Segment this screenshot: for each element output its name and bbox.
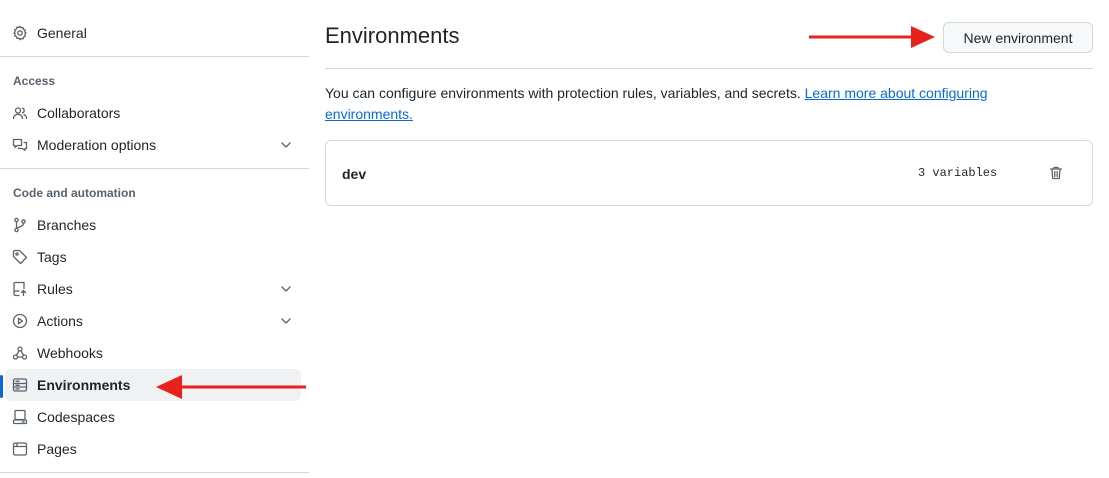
- chevron-down-icon[interactable]: [278, 281, 294, 297]
- sidebar-item-label: Moderation options: [37, 137, 157, 153]
- play-icon: [12, 313, 28, 329]
- new-environment-button[interactable]: New environment: [943, 22, 1093, 53]
- sidebar-item-branches[interactable]: Branches: [5, 209, 301, 241]
- sidebar-item-collaborators[interactable]: Collaborators: [5, 97, 301, 129]
- page-title: Environments: [325, 23, 460, 48]
- section-heading-code-and-automation: Code and automation: [13, 186, 136, 200]
- sidebar-divider: [0, 56, 309, 57]
- server-icon: [12, 377, 28, 393]
- sidebar-item-rules[interactable]: Rules: [5, 273, 301, 305]
- browser-icon: [12, 441, 28, 457]
- section-heading-access: Access: [13, 74, 56, 88]
- sidebar-item-general[interactable]: General: [5, 17, 301, 49]
- environment-name[interactable]: dev: [342, 165, 366, 183]
- sidebar-item-label: Codespaces: [37, 409, 115, 425]
- sidebar-item-label: Actions: [37, 313, 83, 329]
- sidebar-item-label: Pages: [37, 441, 77, 457]
- sidebar-item-label: General: [37, 25, 87, 41]
- repo-push-icon: [12, 281, 28, 297]
- sidebar-item-label: Tags: [37, 249, 67, 265]
- header-divider: [325, 68, 1093, 69]
- sidebar-divider: [0, 168, 309, 169]
- sidebar-item-label: Rules: [37, 281, 73, 297]
- annotation-arrow: [809, 26, 935, 48]
- sidebar-item-label: Environments: [37, 377, 131, 393]
- comment-discussion-icon: [12, 137, 28, 153]
- active-item-indicator: [0, 375, 3, 398]
- git-branch-icon: [12, 217, 28, 233]
- page-description: You can configure environments with prot…: [325, 83, 1065, 125]
- sidebar-item-pages[interactable]: Pages: [5, 433, 301, 465]
- chevron-down-icon[interactable]: [278, 137, 294, 153]
- environment-variables-count: 3 variables: [918, 166, 998, 180]
- sidebar-item-webhooks[interactable]: Webhooks: [5, 337, 301, 369]
- webhook-icon: [12, 345, 28, 361]
- sidebar-item-codespaces[interactable]: Codespaces: [5, 401, 301, 433]
- sidebar-item-actions[interactable]: Actions: [5, 305, 301, 337]
- trash-icon[interactable]: [1046, 163, 1066, 183]
- sidebar-item-label: Collaborators: [37, 105, 121, 121]
- annotation-arrow: [156, 375, 306, 399]
- sidebar-item-label: Webhooks: [37, 345, 103, 361]
- sidebar-item-moderation-options[interactable]: Moderation options: [5, 129, 301, 161]
- description-text: You can configure environments with prot…: [325, 85, 801, 101]
- settings-sidebar: General Access Collaborators Moderation …: [0, 0, 310, 478]
- sidebar-item-label: Branches: [37, 217, 97, 233]
- gear-icon: [12, 25, 28, 41]
- codespaces-icon: [12, 409, 28, 425]
- sidebar-item-tags[interactable]: Tags: [5, 241, 301, 273]
- chevron-down-icon[interactable]: [278, 313, 294, 329]
- tag-icon: [12, 249, 28, 265]
- people-icon: [12, 105, 28, 121]
- environment-list: dev 3 variables: [325, 140, 1093, 206]
- sidebar-divider: [0, 472, 309, 473]
